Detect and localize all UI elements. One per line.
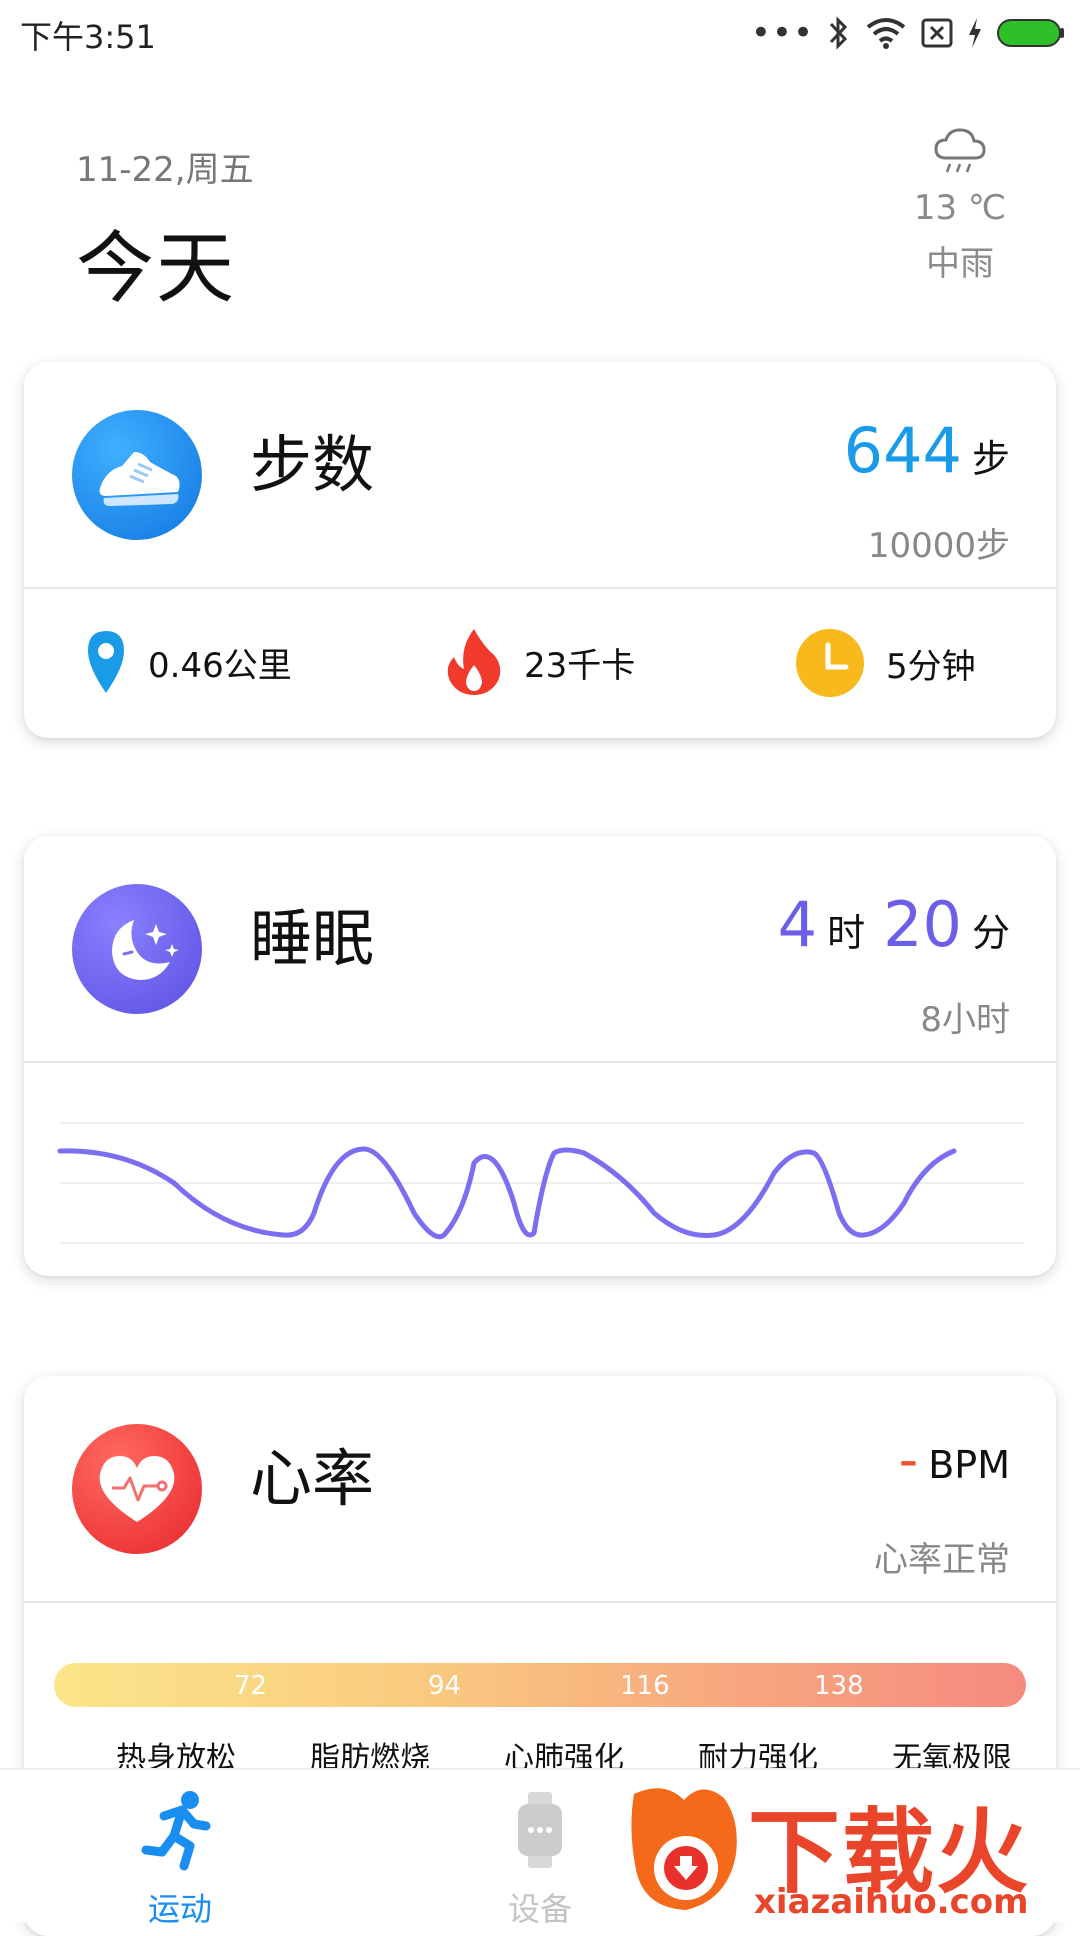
sleep-wave-chart (57, 1122, 1024, 1244)
tab-device[interactable]: 设备 (440, 1788, 640, 1930)
flame-icon (447, 629, 501, 695)
page-title: 今天 (76, 224, 237, 314)
steps-stats-row: 0.46公里 23千卡 5分钟 (24, 589, 1056, 738)
heart-status: 心率正常 (874, 1540, 1010, 1580)
sneaker-icon (72, 410, 202, 540)
wifi-icon (866, 18, 906, 49)
bottom-tab-bar: 运动 设备 下载火 xiazaihuo.com (0, 1768, 1080, 1928)
heart-value: - BPM (899, 1428, 1010, 1491)
zone-tick: 138 (814, 1671, 864, 1701)
sleep-minutes: 20 (883, 888, 962, 961)
duration-text: 5分钟 (886, 646, 976, 687)
heart-card-header: 心率 - BPM 心率正常 (24, 1376, 1056, 1603)
distance-text: 0.46公里 (148, 645, 292, 686)
clock-icon (796, 629, 864, 697)
weather-desc: 中雨 (926, 244, 994, 284)
sleep-minutes-unit: 分 (971, 911, 1010, 955)
weather-widget[interactable]: 13 ℃ 中雨 (900, 126, 1020, 285)
sleep-hours: 4 (777, 888, 818, 961)
duration-stat: 5分钟 (794, 627, 976, 699)
steps-value: 644 步 (844, 414, 1010, 487)
weather-temp: 13 ℃ (913, 188, 1007, 228)
battery-icon (997, 19, 1064, 47)
running-person-icon (141, 1791, 211, 1871)
sleep-card[interactable]: 睡眠 4 时 20 分 8小时 (24, 836, 1056, 1276)
heart-zone-bar: 72 94 116 138 (54, 1663, 1026, 1707)
tab-device-label: 设备 (507, 1890, 572, 1928)
heart-title: 心率 (250, 1442, 375, 1515)
steps-card-header: 步数 644 步 10000步 (24, 362, 1056, 589)
moon-stars-icon (72, 884, 202, 1014)
steps-card[interactable]: 步数 644 步 10000步 0.46公里 23千卡 5分钟 (24, 362, 1056, 738)
sleep-goal: 8小时 (920, 1000, 1010, 1040)
zone-tick: 94 (428, 1671, 462, 1701)
rain-cloud-icon (934, 128, 986, 173)
heart-pulse-icon (72, 1424, 202, 1554)
steps-title: 步数 (250, 428, 375, 501)
steps-goal: 10000步 (867, 526, 1010, 566)
sleep-value: 4 时 20 分 (778, 888, 1010, 961)
tab-sport[interactable]: 运动 (80, 1788, 280, 1930)
no-sim-icon (921, 18, 953, 48)
sleep-title: 睡眠 (250, 902, 375, 975)
tab-sport-label: 运动 (147, 1890, 212, 1928)
watch-icon (518, 1792, 562, 1868)
heart-bpm-value: - (898, 1428, 919, 1491)
sleep-hours-unit: 时 (827, 911, 866, 955)
zone-tick: 116 (620, 1671, 670, 1701)
status-time: 下午3:51 (20, 18, 156, 56)
more-dots-icon: ••• (750, 13, 814, 53)
distance-stat: 0.46公里 (84, 627, 292, 697)
bluetooth-icon (829, 16, 848, 50)
zone-tick: 72 (234, 1671, 268, 1701)
sleep-chart (24, 1063, 1056, 1276)
date-label: 11-22,周五 (76, 150, 254, 190)
status-bar: 下午3:51 ••• (0, 0, 1080, 66)
watermark-url: xiazaihuo.com (754, 1882, 1029, 1922)
sleep-wave-line (57, 1146, 957, 1240)
watermark-logo: 下载火 xiazaihuo.com (624, 1770, 1064, 1922)
location-pin-icon (88, 631, 124, 693)
calories-text: 23千卡 (524, 645, 636, 686)
calories-stat: 23千卡 (444, 627, 635, 697)
status-icons: ••• (751, 8, 1066, 58)
sleep-card-header: 睡眠 4 时 20 分 8小时 (24, 836, 1056, 1063)
heart-bpm-unit: BPM (928, 1443, 1010, 1487)
steps-unit: 步 (971, 437, 1010, 481)
charging-bolt-icon (969, 18, 981, 48)
steps-count: 644 (843, 414, 962, 487)
header: 11-22,周五 今天 13 ℃ 中雨 (0, 66, 1080, 356)
